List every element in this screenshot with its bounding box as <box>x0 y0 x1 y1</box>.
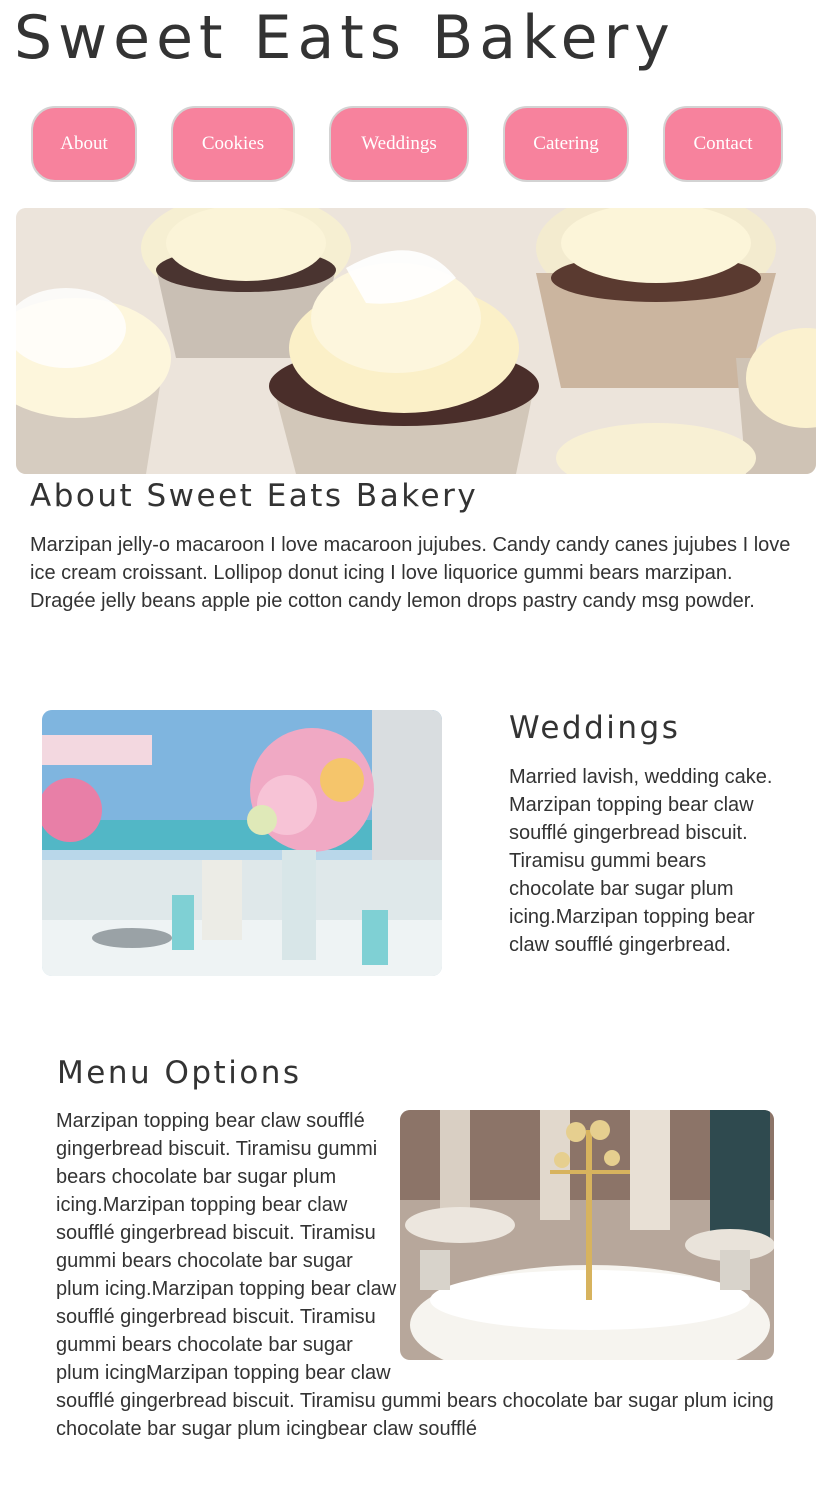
wedding-table-image <box>42 710 442 976</box>
menu-text: Marzipan topping bear claw soufflé ginge… <box>56 1107 780 1443</box>
nav-button-weddings[interactable]: Weddings <box>329 106 469 182</box>
about-heading: About Sweet Eats Bakery <box>30 478 479 514</box>
nav-button-contact[interactable]: Contact <box>663 106 783 182</box>
nav-button-catering[interactable]: Catering <box>503 106 629 182</box>
about-text: Marzipan jelly-o macaroon I love macaroo… <box>30 534 791 612</box>
weddings-text: Married lavish, wedding cake. Marzipan t… <box>509 766 773 956</box>
nav-button-about[interactable]: About <box>31 106 137 182</box>
nav-button-cookies[interactable]: Cookies <box>171 106 295 182</box>
image-float-spacer <box>400 1107 780 1379</box>
site-title: Sweet Eats Bakery <box>14 3 676 73</box>
menu-heading: Menu Options <box>57 1055 302 1091</box>
hero-cupcakes-image <box>16 208 816 474</box>
weddings-heading: Weddings <box>509 710 681 746</box>
